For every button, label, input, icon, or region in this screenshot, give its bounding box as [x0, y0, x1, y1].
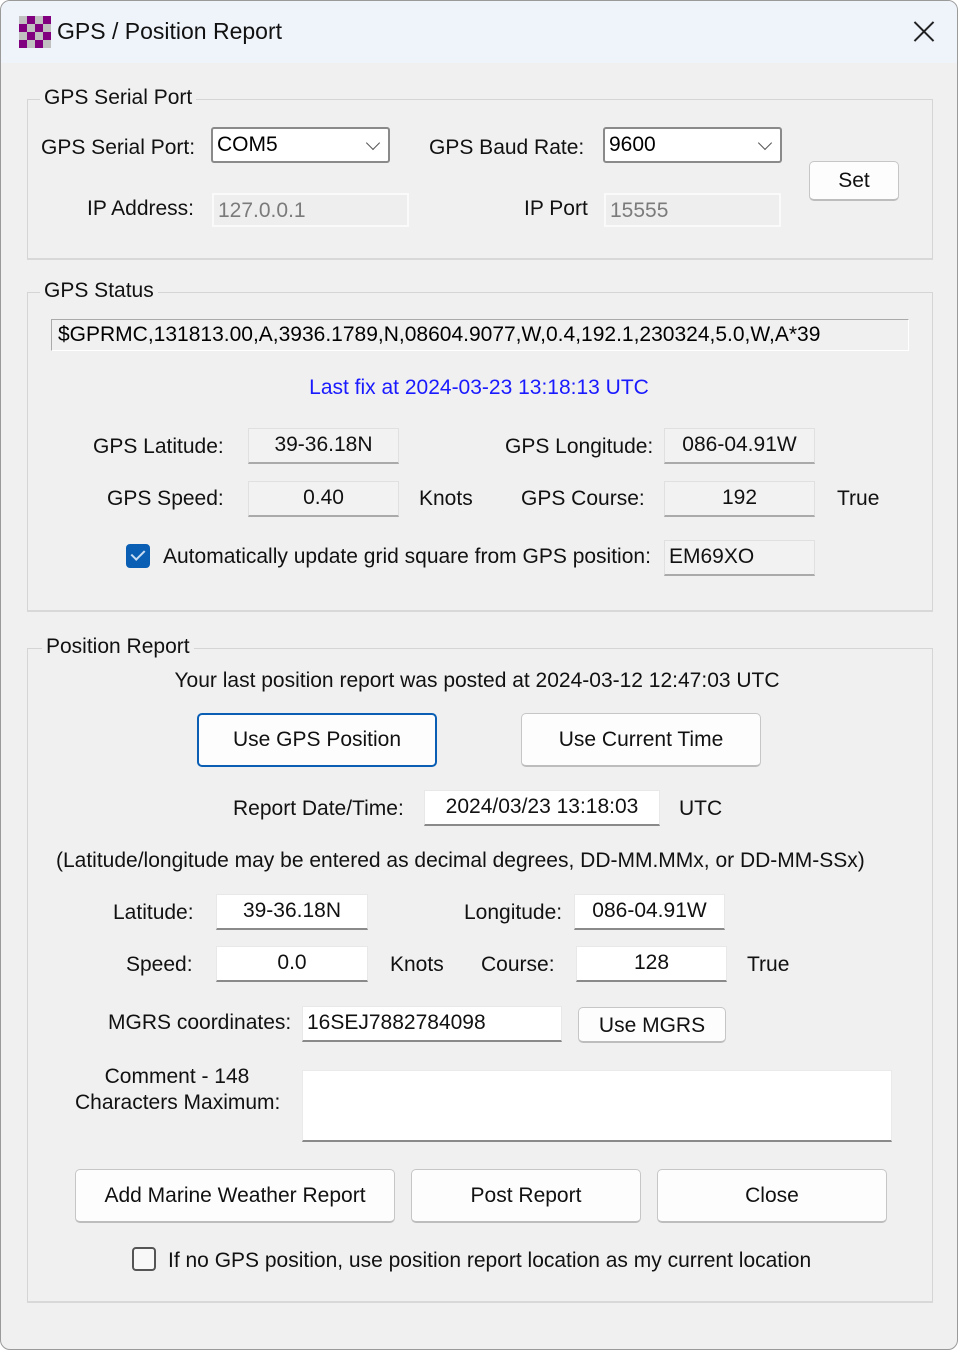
latitude-label: Latitude:: [113, 901, 194, 924]
serial-port-value: COM5: [217, 133, 278, 156]
gps-course-unit: True: [837, 487, 880, 510]
gps-course-value: 192: [664, 481, 815, 517]
gps-speed-unit: Knots: [419, 487, 473, 510]
chevron-down-icon: [757, 135, 773, 151]
gps-speed-value: 0.40: [248, 481, 399, 517]
course-unit: True: [747, 953, 790, 976]
group-legend: GPS Serial Port: [40, 84, 197, 112]
mgrs-input[interactable]: 16SEJ7882784098: [302, 1006, 562, 1042]
speed-input[interactable]: 0.0: [216, 946, 368, 982]
checkerboard-app-icon: [19, 16, 51, 48]
serial-port-label: GPS Serial Port:: [41, 136, 196, 159]
comment-label-line2: Characters Maximum:: [75, 1091, 281, 1114]
report-datetime-input[interactable]: 2024/03/23 13:18:03: [424, 790, 660, 826]
longitude-input[interactable]: 086-04.91W: [574, 894, 725, 930]
comment-label-line1: Comment - 148: [104, 1065, 250, 1088]
gps-position-report-window: GPS / Position Report GPS Serial Port GP…: [0, 0, 958, 1350]
grid-square-value: EM69XO: [664, 540, 815, 576]
gps-longitude-value: 086-04.91W: [664, 428, 815, 464]
longitude-label: Longitude:: [464, 901, 563, 924]
gps-course-label: GPS Course:: [521, 487, 645, 510]
close-icon[interactable]: [909, 16, 939, 46]
baud-rate-dropdown[interactable]: 9600: [603, 127, 782, 163]
fallback-location-checkbox[interactable]: [132, 1247, 156, 1271]
ip-address-label: IP Address:: [87, 197, 195, 220]
nmea-sentence-display: $GPRMC,131813.00,A,3936.1789,N,08604.907…: [51, 319, 909, 351]
set-button[interactable]: Set: [809, 161, 899, 201]
group-legend: GPS Status: [40, 277, 158, 305]
chevron-down-icon: [365, 135, 381, 151]
gps-latitude-value: 39-36.18N: [248, 428, 399, 464]
ip-port-label: IP Port: [524, 197, 588, 220]
course-label: Course:: [481, 953, 555, 976]
baud-rate-label: GPS Baud Rate:: [429, 136, 585, 159]
course-input[interactable]: 128: [576, 946, 727, 982]
gps-speed-label: GPS Speed:: [107, 487, 224, 510]
use-current-time-button[interactable]: Use Current Time: [521, 713, 761, 767]
add-marine-weather-report-button[interactable]: Add Marine Weather Report: [75, 1169, 395, 1223]
use-mgrs-button[interactable]: Use MGRS: [578, 1007, 726, 1043]
ip-port-input[interactable]: 15555: [604, 193, 781, 227]
gps-latitude-label: GPS Latitude:: [93, 435, 224, 458]
comment-textarea[interactable]: [302, 1070, 892, 1142]
serial-port-dropdown[interactable]: COM5: [211, 127, 390, 163]
gps-serial-port-group: GPS Serial Port: [27, 84, 933, 260]
post-report-button[interactable]: Post Report: [411, 1169, 641, 1223]
baud-rate-value: 9600: [609, 133, 656, 156]
window-title: GPS / Position Report: [57, 18, 282, 44]
title-bar: GPS / Position Report: [1, 1, 957, 63]
speed-unit: Knots: [390, 953, 444, 976]
report-datetime-label: Report Date/Time:: [233, 797, 404, 820]
fallback-location-label: If no GPS position, use position report …: [168, 1249, 812, 1272]
mgrs-label: MGRS coordinates:: [108, 1011, 292, 1034]
gps-longitude-label: GPS Longitude:: [505, 435, 654, 458]
auto-update-grid-label: Automatically update grid square from GP…: [163, 545, 651, 568]
latitude-input[interactable]: 39-36.18N: [216, 894, 368, 930]
format-hint: (Latitude/longitude may be entered as de…: [56, 849, 865, 872]
last-report-status: Your last position report was posted at …: [174, 669, 780, 692]
ip-address-input[interactable]: 127.0.0.1: [212, 193, 409, 227]
last-fix-status: Last fix at 2024-03-23 13:18:13 UTC: [309, 376, 649, 399]
auto-update-grid-checkbox[interactable]: [126, 544, 150, 568]
report-datetime-unit: UTC: [679, 797, 723, 820]
group-legend: Position Report: [42, 633, 194, 661]
use-gps-position-button[interactable]: Use GPS Position: [197, 713, 437, 767]
speed-label: Speed:: [126, 953, 193, 976]
close-button[interactable]: Close: [657, 1169, 887, 1223]
